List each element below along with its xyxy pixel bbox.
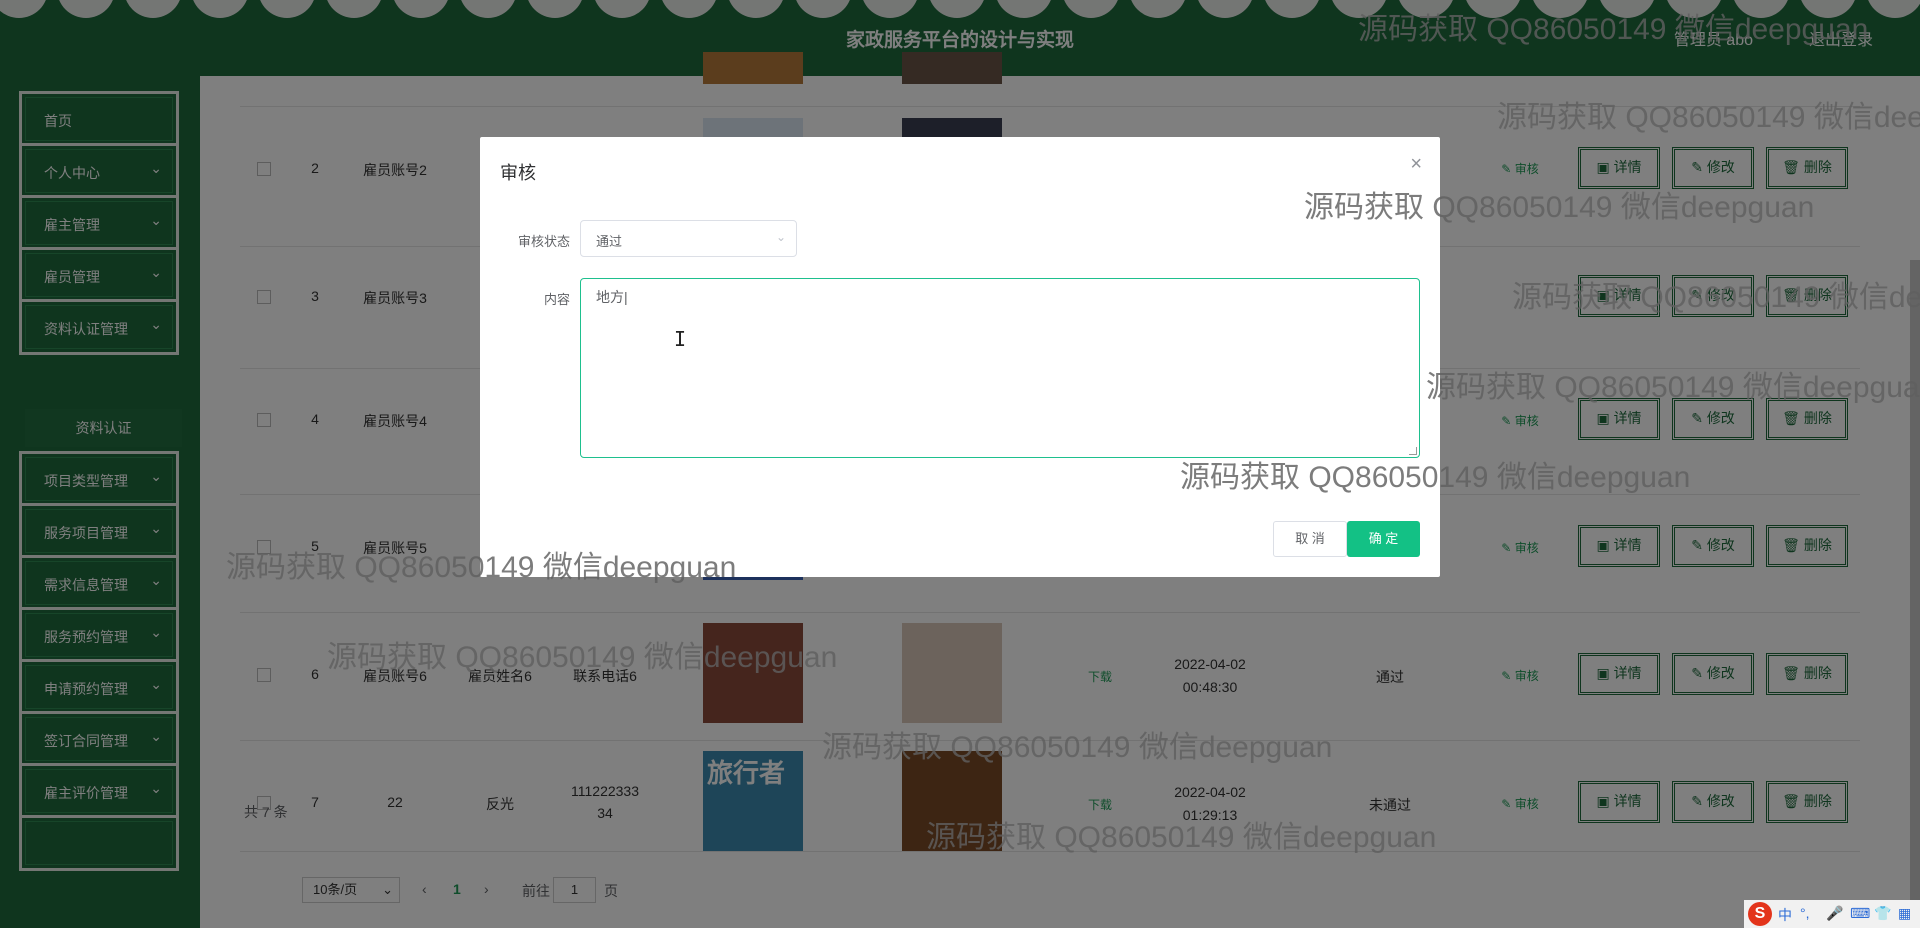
watermark-text: 源码获取 QQ86050149 微信deepguan (1304, 191, 1815, 224)
text-cursor-icon: I (674, 327, 687, 351)
keyboard-icon[interactable]: ⌨ (1850, 905, 1870, 922)
status-label: 审核状态 (517, 234, 570, 249)
chevron-down-icon: ⌄ (775, 230, 786, 244)
watermark-text: 源码获取 QQ86050149 微信deepguan (1180, 461, 1691, 494)
watermark-text: 源码获取 QQ86050149 微信deepguan (926, 821, 1437, 854)
grid-icon[interactable]: ▦ (1898, 905, 1911, 922)
ime-toolbar[interactable]: S 中 °, 🎤 ⌨ 👕 ▦ (1744, 900, 1920, 928)
cancel-button[interactable]: 取 消 (1273, 521, 1347, 557)
review-status-value: 通过 (596, 234, 623, 249)
watermark-text: 源码获取 QQ86050149 微信deepguan (1512, 281, 1920, 314)
watermark-text: 源码获取 QQ86050149 微信deepguan (1426, 371, 1920, 404)
content-textarea-value: 地方| (596, 289, 628, 305)
shirt-icon[interactable]: 👕 (1874, 905, 1891, 922)
review-status-select[interactable]: 通过 ⌄ (580, 220, 797, 257)
ime-punctuation[interactable]: °, (1800, 905, 1810, 921)
content-label: 内容 (543, 292, 570, 307)
close-icon[interactable]: × (1410, 153, 1422, 176)
review-dialog: 审核 × 审核状态 通过 ⌄ 内容 地方| I 取 消 确 定 (480, 137, 1440, 577)
ime-language[interactable]: 中 (1778, 905, 1792, 925)
watermark-text: 源码获取 QQ86050149 微信deepguan (226, 551, 737, 584)
content-textarea[interactable]: 地方| (580, 278, 1420, 458)
watermark-text: 源码获取 QQ86050149 微信deepguan (822, 731, 1333, 764)
confirm-button[interactable]: 确 定 (1347, 521, 1420, 557)
watermark-text: 源码获取 QQ86050149 微信deepguan (327, 641, 838, 674)
sogou-logo-icon: S (1748, 902, 1772, 926)
dialog-title: 审核 (500, 163, 536, 183)
watermark-text: 源码获取 QQ86050149 微信deepguan (1358, 13, 1869, 46)
watermark-text: 源码获取 QQ86050149 微信deepguan (1497, 101, 1920, 134)
microphone-icon[interactable]: 🎤 (1826, 905, 1843, 922)
